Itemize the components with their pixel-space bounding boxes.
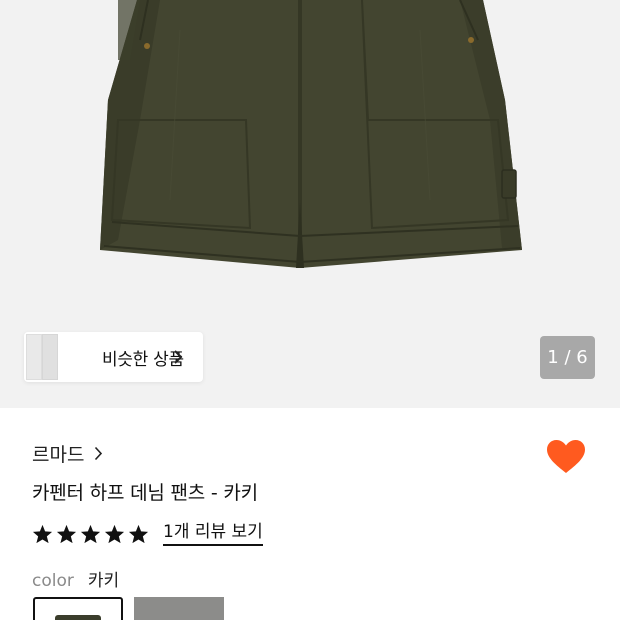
brand-name: 르마드 <box>32 444 85 466</box>
color-swatch-gray[interactable] <box>134 597 224 620</box>
image-page-indicator: 1 / 6 <box>540 336 595 379</box>
rating-row: 1개 리뷰 보기 <box>32 522 263 546</box>
star-icon <box>80 524 101 544</box>
product-title: 카펜터 하프 데님 팬츠 - 카키 <box>32 482 258 504</box>
chevron-right-icon <box>95 446 103 461</box>
star-icon <box>56 524 77 544</box>
rating-stars <box>32 524 149 544</box>
similar-product-thumbnail <box>24 332 58 382</box>
color-option-row: color 카키 <box>32 566 119 591</box>
heart-icon[interactable] <box>546 439 586 475</box>
color-label: color <box>32 571 74 591</box>
star-icon <box>104 524 125 544</box>
star-icon <box>32 524 53 544</box>
color-swatch-khaki[interactable] <box>33 597 123 620</box>
review-link[interactable]: 1개 리뷰 보기 <box>163 522 263 546</box>
brand-link[interactable]: 르마드 <box>32 440 103 467</box>
star-icon <box>128 524 149 544</box>
chevron-right-icon <box>174 350 183 364</box>
similar-products-label: 비슷한 상품 <box>102 349 184 370</box>
similar-products-button[interactable]: 비슷한 상품 <box>24 332 203 382</box>
product-image-gallery[interactable]: 비슷한 상품 1 / 6 <box>0 0 620 408</box>
selected-color-value: 카키 <box>87 571 120 591</box>
